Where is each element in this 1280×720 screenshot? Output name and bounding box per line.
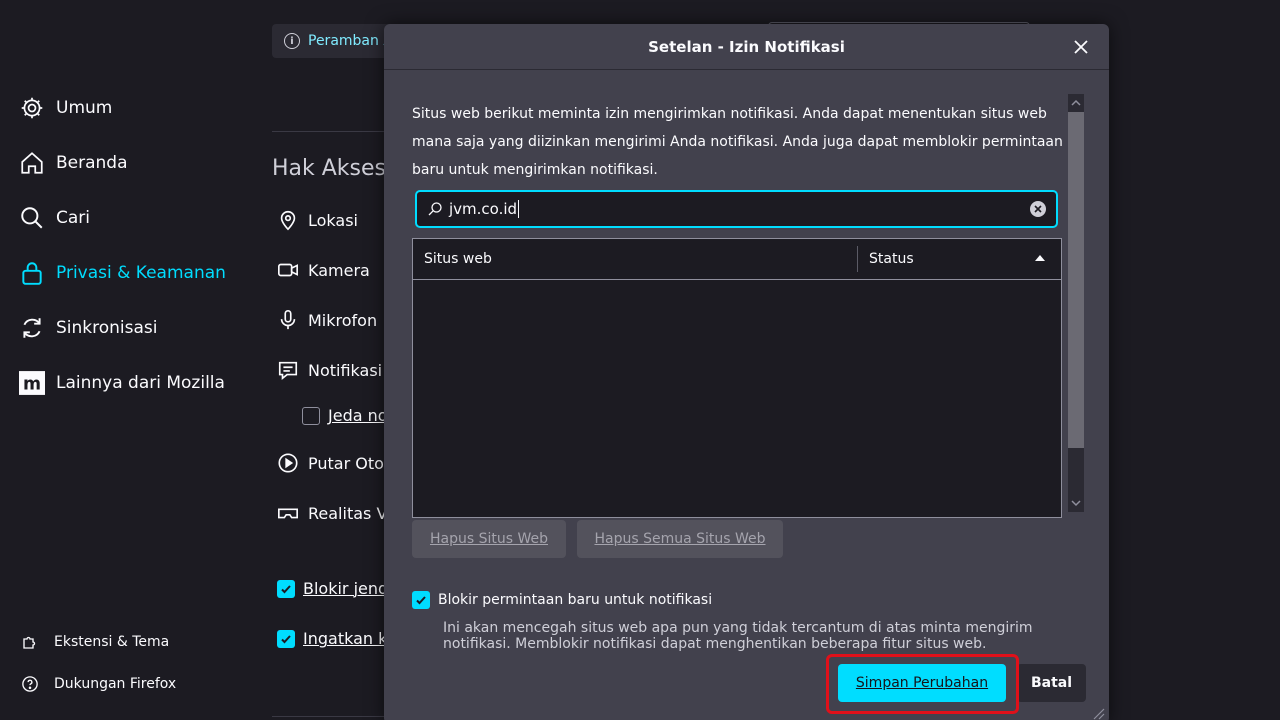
sidebar-item-label: Privasi & Keamanan (56, 263, 226, 283)
scrollbar-thumb[interactable] (1068, 112, 1084, 448)
remove-all-sites-button[interactable]: Hapus Semua Situs Web (577, 520, 783, 558)
block-popups-checkbox[interactable]: Blokir jend (277, 579, 388, 598)
sidebar-footer-label: Ekstensi & Tema (54, 634, 170, 650)
table-header: Situs web Status (413, 239, 1061, 280)
permission-lokasi[interactable]: Lokasi (276, 208, 358, 232)
lock-icon (18, 259, 46, 287)
sidebar-item-label: Umum (56, 98, 113, 118)
sites-table: Situs web Status (412, 238, 1062, 518)
resize-grip-icon[interactable] (1091, 706, 1105, 720)
vr-icon (276, 501, 300, 525)
warn-addons-label: Ingatkan ke (303, 629, 397, 648)
remove-site-label: Hapus Situs Web (429, 531, 548, 547)
microphone-icon (276, 308, 300, 332)
info-icon: i (284, 33, 300, 49)
search-icon (18, 204, 46, 232)
block-new-requests-label: Blokir permintaan baru untuk notifikasi (438, 592, 713, 608)
dialog-description: Situs web berikut meminta izin mengirimk… (412, 106, 1063, 178)
mozilla-icon: m (18, 369, 46, 397)
dialog-header: Setelan - Izin Notifikasi (384, 24, 1109, 70)
svg-text:m: m (23, 375, 41, 395)
sidebar-item-umum[interactable]: Umum (18, 94, 112, 122)
checkbox-checked-icon (277, 629, 295, 648)
sidebar-footer-ekstensi[interactable]: Ekstensi & Tema (20, 632, 169, 652)
sidebar-item-beranda[interactable]: Beranda (18, 149, 128, 177)
sort-ascending-icon (1035, 255, 1045, 261)
notification-icon (276, 358, 300, 382)
permission-realitas-virtual[interactable]: Realitas Vi (276, 501, 391, 525)
cancel-label: Batal (1030, 675, 1073, 691)
puzzle-icon (20, 632, 40, 652)
checkbox-checked-icon (277, 579, 295, 598)
sidebar-item-label: Cari (56, 208, 90, 228)
notification-permissions-dialog: Setelan - Izin Notifikasi Situs web beri… (384, 24, 1109, 720)
scroll-down-icon[interactable] (1071, 498, 1081, 508)
block-new-requests-note: Ini akan mencegah situs web apa pun yang… (443, 620, 1033, 652)
sidebar-footer-label: Dukungan Firefox (54, 676, 177, 692)
sidebar-item-mozilla[interactable]: m Lainnya dari Mozilla (18, 369, 225, 397)
clear-search-button[interactable] (1030, 201, 1046, 217)
permission-notifikasi[interactable]: Notifikasi (276, 358, 382, 382)
remove-site-button[interactable]: Hapus Situs Web (412, 520, 566, 558)
permissions-heading: Hak Akses (272, 156, 387, 181)
sidebar-item-label: Sinkronisasi (56, 318, 158, 338)
highlight-annotation (826, 654, 1019, 714)
permission-label: Lokasi (308, 210, 358, 230)
sidebar-item-label: Beranda (56, 153, 128, 173)
home-icon (18, 149, 46, 177)
column-header-status[interactable]: Status (857, 246, 1061, 272)
cancel-button[interactable]: Batal (1017, 664, 1086, 702)
help-icon (20, 674, 40, 694)
block-new-requests-checkbox[interactable]: Blokir permintaan baru untuk notifikasi (412, 591, 712, 609)
clear-icon (1034, 205, 1042, 213)
dialog-title: Setelan - Izin Notifikasi (648, 37, 845, 56)
remove-all-sites-label: Hapus Semua Situs Web (594, 531, 766, 547)
text-caret (518, 200, 520, 219)
pause-notifications-checkbox[interactable]: Jeda no (302, 406, 388, 425)
sync-icon (18, 314, 46, 342)
camera-icon (276, 258, 300, 282)
permission-mikrofon[interactable]: Mikrofon (276, 308, 377, 332)
permission-label: Notifikasi (308, 360, 383, 380)
search-icon (428, 202, 442, 216)
sidebar-footer-dukungan[interactable]: Dukungan Firefox (20, 674, 176, 694)
search-sites-input[interactable]: jvm.co.id (415, 190, 1058, 228)
warn-addons-checkbox[interactable]: Ingatkan ke (277, 629, 397, 648)
permission-label: Mikrofon (308, 310, 378, 330)
column-header-site[interactable]: Situs web (413, 251, 857, 267)
close-icon (1074, 40, 1088, 54)
close-button[interactable] (1069, 35, 1093, 59)
sidebar-item-cari[interactable]: Cari (18, 204, 90, 232)
sidebar-item-label: Lainnya dari Mozilla (56, 373, 225, 393)
sidebar-item-sinkronisasi[interactable]: Sinkronisasi (18, 314, 158, 342)
block-popups-label: Blokir jend (303, 579, 389, 598)
section-divider (272, 716, 392, 717)
permission-kamera[interactable]: Kamera (276, 258, 370, 282)
location-icon (276, 208, 300, 232)
checkbox-checked-icon (412, 591, 430, 609)
dialog-scrollbar[interactable] (1068, 94, 1084, 512)
section-divider (272, 131, 392, 132)
permission-label: Realitas Vi (308, 503, 392, 523)
sidebar-item-privasi[interactable]: Privasi & Keamanan (18, 259, 226, 287)
scroll-up-icon[interactable] (1071, 98, 1081, 108)
checkbox-unchecked-icon (302, 406, 320, 425)
pause-notifications-label: Jeda no (328, 406, 388, 425)
browser-info-text: Peramban A (308, 33, 393, 49)
gear-icon (18, 94, 46, 122)
search-value: jvm.co.id (449, 199, 518, 218)
permission-label: Kamera (308, 260, 370, 280)
autoplay-icon (276, 451, 300, 475)
permission-putar-otomatis[interactable]: Putar Otom (276, 451, 400, 475)
